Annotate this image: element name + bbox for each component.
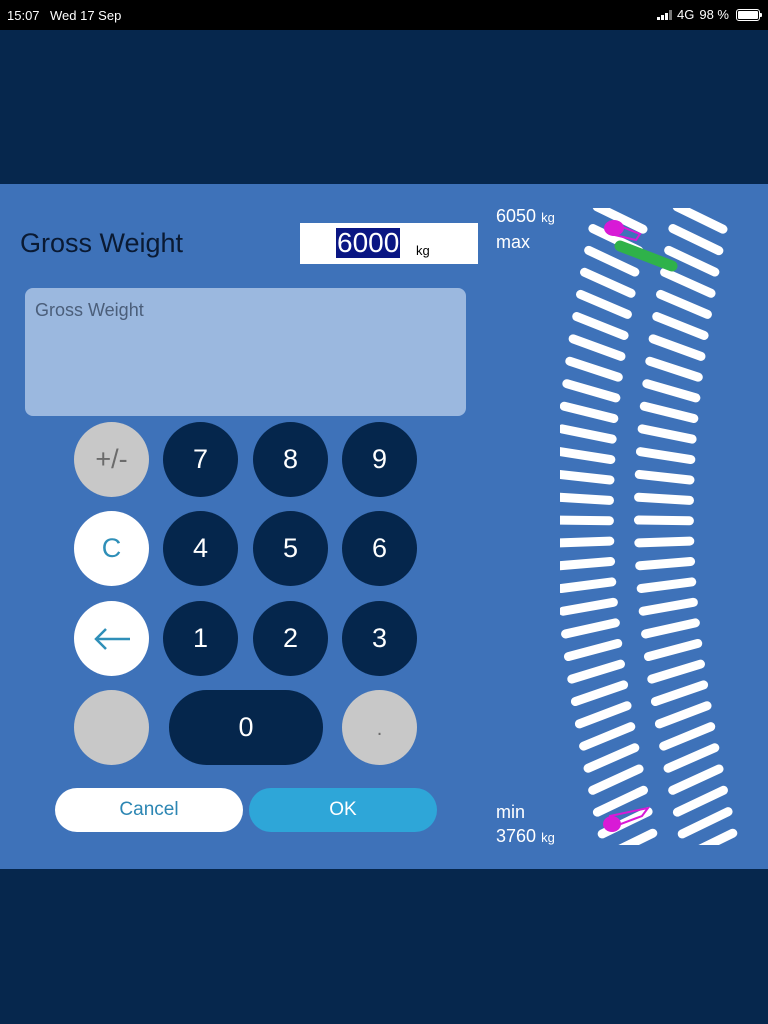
max-value: 6050: [496, 206, 537, 226]
weight-unit: kg: [416, 243, 430, 258]
dial-tick: [560, 469, 615, 485]
dial-tick: [561, 618, 620, 639]
input-placeholder: Gross Weight: [35, 300, 144, 320]
dial-tick: [639, 401, 699, 424]
current-value-indicator: [614, 240, 678, 272]
status-date: Wed 17 Sep: [50, 8, 122, 23]
key-4[interactable]: 4: [163, 511, 238, 586]
dial-tick: [634, 492, 694, 505]
ok-button[interactable]: OK: [249, 788, 437, 832]
dial-ticks: [560, 208, 738, 845]
min-unit: kg: [541, 830, 555, 845]
key-0[interactable]: 0: [169, 690, 323, 765]
dial-tick: [560, 556, 616, 571]
dial-tick: [645, 356, 703, 382]
dial-tick: [560, 492, 614, 505]
min-text: min: [496, 802, 526, 822]
min-value: 3760: [496, 826, 537, 846]
dial-tick: [641, 618, 700, 639]
key-6[interactable]: 6: [342, 511, 417, 586]
max-label: 6050 kg max: [496, 204, 555, 254]
backspace-key[interactable]: [74, 601, 149, 676]
key-2[interactable]: 2: [253, 601, 328, 676]
dial-tick: [570, 680, 629, 707]
cancel-button[interactable]: Cancel: [55, 788, 243, 832]
dial-tick: [560, 424, 617, 444]
arrow-left-icon: [93, 627, 130, 650]
dial-tick: [567, 659, 626, 684]
key-9[interactable]: 9: [342, 422, 417, 497]
weight-entry-dialog: Gross Weight 6000 kg Gross Weight +/- 7 …: [0, 184, 768, 869]
max-text: max: [496, 232, 531, 252]
key-7[interactable]: 7: [163, 422, 238, 497]
dial-tick: [635, 447, 696, 465]
dial-tick: [560, 515, 614, 526]
weight-value: 6000: [336, 227, 401, 258]
battery-icon: [736, 8, 762, 21]
dial-tick: [563, 638, 623, 662]
key-5[interactable]: 5: [253, 511, 328, 586]
key-8[interactable]: 8: [253, 422, 328, 497]
dialog-title: Gross Weight: [20, 228, 184, 258]
signal-icon: [657, 9, 673, 20]
key-1[interactable]: 1: [163, 601, 238, 676]
dial-tick: [650, 680, 709, 707]
battery-label: 98 %: [699, 7, 729, 22]
weight-value-field[interactable]: 6000 kg: [300, 223, 478, 264]
dial-tick: [643, 638, 703, 662]
gross-weight-input[interactable]: Gross Weight: [25, 288, 466, 416]
dial-tick: [560, 597, 618, 616]
dial-tick: [560, 401, 619, 424]
dial-tick: [636, 577, 697, 593]
dial-tick: [635, 556, 696, 571]
plus-minus-key[interactable]: +/-: [74, 422, 149, 497]
dial-tick: [565, 356, 623, 382]
status-time: 15:07: [7, 8, 40, 23]
dial-tick: [633, 515, 694, 526]
dial-tick: [638, 597, 698, 616]
dial-tick: [560, 447, 616, 465]
weight-scroll-dial[interactable]: [560, 208, 743, 845]
dial-tick: [647, 659, 706, 684]
key-3[interactable]: 3: [342, 601, 417, 676]
dial-tick: [642, 379, 701, 403]
network-label: 4G: [677, 7, 695, 22]
clear-key[interactable]: C: [74, 511, 149, 586]
max-unit: kg: [541, 210, 555, 225]
dial-tick: [560, 536, 615, 548]
dial-tick: [637, 424, 697, 444]
dial-tick: [634, 536, 695, 548]
dial-tick: [634, 469, 695, 485]
status-bar: 15:07 Wed 17 Sep 4G 98 %: [0, 0, 768, 30]
dial-tick: [560, 577, 617, 593]
status-indicators: 4G 98 %: [657, 7, 762, 22]
dial-tick: [562, 379, 621, 403]
blank-key[interactable]: [74, 690, 149, 765]
decimal-key[interactable]: .: [342, 690, 417, 765]
min-label: min 3760 kg: [496, 800, 555, 850]
